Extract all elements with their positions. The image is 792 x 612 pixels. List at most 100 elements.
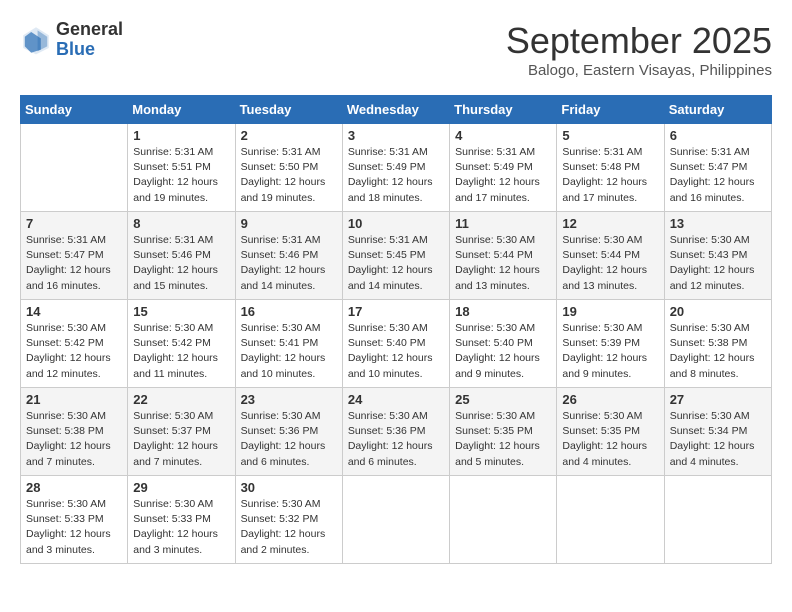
calendar-header-wednesday: Wednesday [342,96,449,124]
day-info: Sunrise: 5:31 AM Sunset: 5:46 PM Dayligh… [241,233,337,294]
calendar-cell: 3 Sunrise: 5:31 AM Sunset: 5:49 PM Daylig… [342,124,449,212]
calendar-cell: 29Sunrise: 5:30 AM Sunset: 5:33 PM Dayli… [128,476,235,564]
calendar-cell: 18 Sunrise: 5:30 AM Sunset: 5:40 PM Dayli… [450,300,557,388]
calendar-header-monday: Monday [128,96,235,124]
day-info: Sunrise: 5:31 AM Sunset: 5:46 PM Dayligh… [133,233,229,294]
calendar-cell [450,476,557,564]
calendar-cell: 14 Sunrise: 5:30 AM Sunset: 5:42 PM Dayli… [21,300,128,388]
day-info: Sunrise: 5:30 AM Sunset: 5:35 PM Dayligh… [562,409,658,470]
logo-blue-text: Blue [56,40,123,60]
day-info: Sunrise: 5:30 AM Sunset: 5:44 PM Dayligh… [455,233,551,294]
day-info: Sunrise: 5:30 AM Sunset: 5:39 PM Dayligh… [562,321,658,382]
calendar-cell: 25 Sunrise: 5:30 AM Sunset: 5:35 PM Dayli… [450,388,557,476]
day-number: 26 [562,392,658,407]
day-info: Sunrise: 5:30 AM Sunset: 5:40 PM Dayligh… [348,321,444,382]
day-info: Sunrise: 5:30 AM Sunset: 5:43 PM Dayligh… [670,233,766,294]
day-number: 10 [348,216,444,231]
calendar-cell: 9 Sunrise: 5:31 AM Sunset: 5:46 PM Daylig… [235,212,342,300]
day-number: 13 [670,216,766,231]
calendar-cell: 1 Sunrise: 5:31 AM Sunset: 5:51 PM Daylig… [128,124,235,212]
day-number: 30 [241,480,337,495]
day-number: 15 [133,304,229,319]
day-number: 25 [455,392,551,407]
day-number: 23 [241,392,337,407]
day-number: 4 [455,128,551,143]
calendar-week-4: 21 Sunrise: 5:30 AM Sunset: 5:38 PM Dayli… [21,388,772,476]
day-number: 5 [562,128,658,143]
day-number: 20 [670,304,766,319]
calendar-cell: 7 Sunrise: 5:31 AM Sunset: 5:47 PM Daylig… [21,212,128,300]
calendar-cell: 20 Sunrise: 5:30 AM Sunset: 5:38 PM Dayli… [664,300,771,388]
calendar-cell: 11Sunrise: 5:30 AM Sunset: 5:44 PM Dayli… [450,212,557,300]
day-number: 7 [26,216,122,231]
calendar-cell [21,124,128,212]
day-info: Sunrise: 5:30 AM Sunset: 5:42 PM Dayligh… [26,321,122,382]
day-info: Sunrise: 5:31 AM Sunset: 5:45 PM Dayligh… [348,233,444,294]
day-number: 18 [455,304,551,319]
day-info: Sunrise: 5:30 AM Sunset: 5:34 PM Dayligh… [670,409,766,470]
calendar-header-thursday: Thursday [450,96,557,124]
day-info: Sunrise: 5:30 AM Sunset: 5:35 PM Dayligh… [455,409,551,470]
day-info: Sunrise: 5:30 AM Sunset: 5:42 PM Dayligh… [133,321,229,382]
calendar-cell: 15 Sunrise: 5:30 AM Sunset: 5:42 PM Dayli… [128,300,235,388]
day-number: 2 [241,128,337,143]
month-title: September 2025 [506,20,772,62]
day-number: 9 [241,216,337,231]
day-number: 1 [133,128,229,143]
calendar-header-row: SundayMondayTuesdayWednesdayThursdayFrid… [21,96,772,124]
day-info: Sunrise: 5:31 AM Sunset: 5:47 PM Dayligh… [670,145,766,206]
day-info: Sunrise: 5:30 AM Sunset: 5:38 PM Dayligh… [670,321,766,382]
day-info: Sunrise: 5:30 AM Sunset: 5:36 PM Dayligh… [241,409,337,470]
calendar-cell: 12Sunrise: 5:30 AM Sunset: 5:44 PM Dayli… [557,212,664,300]
calendar-cell: 30 Sunrise: 5:30 AM Sunset: 5:32 PM Dayli… [235,476,342,564]
day-info: Sunrise: 5:31 AM Sunset: 5:50 PM Dayligh… [241,145,337,206]
logo-general-text: General [56,20,123,40]
day-number: 17 [348,304,444,319]
day-info: Sunrise: 5:31 AM Sunset: 5:51 PM Dayligh… [133,145,229,206]
day-info: Sunrise: 5:30 AM Sunset: 5:36 PM Dayligh… [348,409,444,470]
day-info: Sunrise: 5:30 AM Sunset: 5:40 PM Dayligh… [455,321,551,382]
day-info: Sunrise: 5:31 AM Sunset: 5:49 PM Dayligh… [455,145,551,206]
day-number: 6 [670,128,766,143]
calendar-cell: 5 Sunrise: 5:31 AM Sunset: 5:48 PM Daylig… [557,124,664,212]
day-info: Sunrise: 5:30 AM Sunset: 5:41 PM Dayligh… [241,321,337,382]
calendar-cell: 23 Sunrise: 5:30 AM Sunset: 5:36 PM Dayli… [235,388,342,476]
logo-icon [20,24,52,56]
calendar-cell: 22Sunrise: 5:30 AM Sunset: 5:37 PM Dayli… [128,388,235,476]
day-info: Sunrise: 5:31 AM Sunset: 5:48 PM Dayligh… [562,145,658,206]
day-info: Sunrise: 5:30 AM Sunset: 5:33 PM Dayligh… [26,497,122,558]
calendar-cell: 6 Sunrise: 5:31 AM Sunset: 5:47 PM Daylig… [664,124,771,212]
day-number: 8 [133,216,229,231]
calendar-cell [342,476,449,564]
day-number: 16 [241,304,337,319]
calendar-header-friday: Friday [557,96,664,124]
logo: General Blue [20,20,123,60]
day-number: 21 [26,392,122,407]
calendar-cell: 28Sunrise: 5:30 AM Sunset: 5:33 PM Dayli… [21,476,128,564]
calendar-cell: 13 Sunrise: 5:30 AM Sunset: 5:43 PM Dayli… [664,212,771,300]
page-header: General Blue September 2025 Balogo, East… [20,20,772,79]
day-number: 3 [348,128,444,143]
calendar-table: SundayMondayTuesdayWednesdayThursdayFrid… [20,95,772,564]
day-info: Sunrise: 5:31 AM Sunset: 5:47 PM Dayligh… [26,233,122,294]
calendar-cell: 21 Sunrise: 5:30 AM Sunset: 5:38 PM Dayli… [21,388,128,476]
calendar-cell: 2 Sunrise: 5:31 AM Sunset: 5:50 PM Daylig… [235,124,342,212]
day-info: Sunrise: 5:30 AM Sunset: 5:32 PM Dayligh… [241,497,337,558]
calendar-week-1: 1 Sunrise: 5:31 AM Sunset: 5:51 PM Daylig… [21,124,772,212]
calendar-cell: 4 Sunrise: 5:31 AM Sunset: 5:49 PM Daylig… [450,124,557,212]
day-info: Sunrise: 5:31 AM Sunset: 5:49 PM Dayligh… [348,145,444,206]
calendar-cell: 16 Sunrise: 5:30 AM Sunset: 5:41 PM Dayli… [235,300,342,388]
day-number: 19 [562,304,658,319]
calendar-week-5: 28Sunrise: 5:30 AM Sunset: 5:33 PM Dayli… [21,476,772,564]
day-number: 14 [26,304,122,319]
title-block: September 2025 Balogo, Eastern Visayas, … [506,20,772,79]
calendar-cell: 26 Sunrise: 5:30 AM Sunset: 5:35 PM Dayli… [557,388,664,476]
day-info: Sunrise: 5:30 AM Sunset: 5:37 PM Dayligh… [133,409,229,470]
calendar-week-2: 7 Sunrise: 5:31 AM Sunset: 5:47 PM Daylig… [21,212,772,300]
calendar-header-sunday: Sunday [21,96,128,124]
location-title: Balogo, Eastern Visayas, Philippines [506,62,772,79]
calendar-cell: 10 Sunrise: 5:31 AM Sunset: 5:45 PM Dayli… [342,212,449,300]
calendar-week-3: 14 Sunrise: 5:30 AM Sunset: 5:42 PM Dayli… [21,300,772,388]
day-number: 12 [562,216,658,231]
day-info: Sunrise: 5:30 AM Sunset: 5:38 PM Dayligh… [26,409,122,470]
